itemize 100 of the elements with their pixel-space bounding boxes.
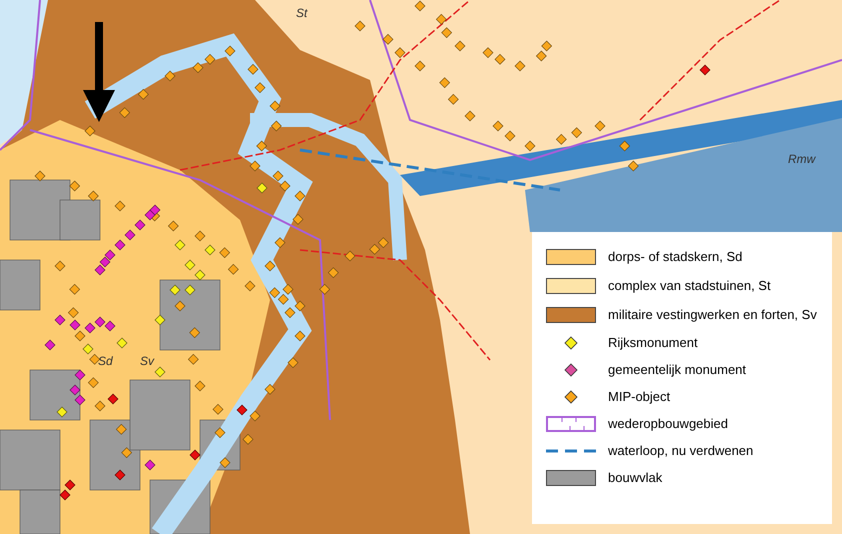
diamond-marker bbox=[100, 256, 110, 268]
diamond-marker bbox=[70, 384, 80, 396]
diamond-marker bbox=[254, 82, 266, 94]
diamond-marker bbox=[369, 244, 380, 255]
diamond-marker bbox=[294, 190, 306, 202]
legend-label: gemeentelijk monument bbox=[608, 362, 746, 377]
diamond-marker bbox=[294, 300, 306, 312]
diamond-marker bbox=[378, 237, 389, 248]
diamond-marker bbox=[204, 54, 216, 65]
diamond-marker bbox=[164, 70, 176, 82]
diamond-marker bbox=[60, 490, 70, 500]
diamond-marker bbox=[121, 447, 132, 458]
diamond-icon bbox=[564, 336, 578, 350]
diamond-marker bbox=[190, 450, 200, 460]
legend-label: bouwvlak bbox=[608, 470, 662, 485]
diamond-marker bbox=[89, 354, 100, 365]
diamond-marker bbox=[184, 284, 196, 296]
diamond-marker bbox=[114, 240, 126, 250]
diamond-marker bbox=[482, 47, 494, 58]
legend-label: wederopbouwgebied bbox=[608, 416, 728, 431]
diamond-marker bbox=[94, 400, 106, 412]
diamond-marker bbox=[619, 140, 630, 152]
diamond-marker bbox=[174, 240, 186, 250]
diamond-marker bbox=[464, 110, 476, 122]
diamond-marker bbox=[74, 370, 86, 380]
diamond-marker bbox=[204, 244, 216, 256]
diamond-marker bbox=[68, 307, 79, 318]
diamond-marker bbox=[256, 140, 268, 152]
diamond-marker bbox=[154, 366, 166, 378]
legend-label: complex van stadstuinen, St bbox=[608, 278, 771, 293]
diamond-marker bbox=[214, 427, 226, 438]
diamond-marker bbox=[448, 94, 459, 105]
diamond-marker bbox=[288, 357, 298, 368]
diamond-marker bbox=[212, 404, 224, 415]
diamond-marker bbox=[104, 320, 116, 332]
diamond-marker bbox=[56, 406, 68, 418]
diamond-marker bbox=[441, 27, 452, 38]
diamond-marker bbox=[194, 230, 206, 242]
legend-label: dorps- of stadskern, Sd bbox=[608, 249, 742, 264]
diamond-marker bbox=[344, 250, 356, 262]
diamond-marker bbox=[284, 307, 296, 318]
diamond-marker bbox=[219, 247, 230, 258]
diamond-marker bbox=[382, 34, 394, 45]
diamond-marker bbox=[94, 264, 106, 276]
diamond-marker bbox=[69, 284, 80, 295]
boundary-swatch bbox=[546, 416, 596, 432]
diamond-marker bbox=[224, 46, 236, 56]
diamond-marker bbox=[248, 64, 258, 75]
diamond-marker bbox=[280, 180, 290, 192]
diamond-marker bbox=[188, 354, 199, 365]
diamond-marker bbox=[269, 287, 280, 298]
diamond-marker bbox=[116, 424, 127, 435]
diamond-marker bbox=[170, 284, 180, 296]
diamond-marker bbox=[394, 47, 406, 58]
diamond-marker bbox=[124, 230, 136, 240]
diamond-marker bbox=[272, 170, 284, 182]
diamond-marker bbox=[274, 237, 286, 248]
diamond-marker bbox=[270, 100, 280, 112]
diamond-marker bbox=[54, 260, 66, 272]
diamond-marker bbox=[114, 470, 126, 480]
diamond-marker bbox=[700, 64, 710, 76]
diamond-marker bbox=[242, 434, 254, 445]
diamond-marker bbox=[524, 140, 536, 152]
diamond-marker bbox=[436, 14, 447, 25]
diamond-icon bbox=[564, 390, 578, 404]
diamond-marker bbox=[414, 0, 426, 12]
diamond-icon bbox=[564, 362, 578, 376]
diamond-marker bbox=[504, 130, 516, 142]
legend-label: MIP-object bbox=[608, 389, 670, 404]
diamond-marker bbox=[628, 160, 639, 172]
diamond-marker bbox=[494, 54, 506, 65]
diamond-marker bbox=[556, 134, 567, 145]
legend-label: Rijksmonument bbox=[608, 335, 698, 350]
map-label: St bbox=[296, 6, 308, 20]
diamond-marker bbox=[571, 127, 582, 138]
diamond-marker bbox=[134, 220, 146, 230]
diamond-marker bbox=[189, 327, 200, 338]
diamond-marker bbox=[70, 320, 80, 330]
diamond-marker bbox=[174, 300, 186, 312]
diamond-marker bbox=[292, 214, 304, 225]
map-label: Sv bbox=[140, 354, 154, 368]
diamond-marker bbox=[116, 338, 128, 348]
arrow-icon bbox=[82, 22, 116, 122]
diamond-marker bbox=[439, 77, 450, 88]
diamond-marker bbox=[492, 120, 504, 132]
diamond-marker bbox=[108, 394, 118, 404]
diamond-marker bbox=[34, 170, 46, 182]
legend-label: militaire vestingwerken en forten, Sv bbox=[608, 307, 817, 322]
diamond-marker bbox=[244, 280, 256, 292]
diamond-marker bbox=[236, 404, 248, 416]
diamond-marker bbox=[514, 60, 526, 72]
diamond-marker bbox=[168, 220, 179, 232]
diamond-marker bbox=[194, 380, 206, 392]
diamond-marker bbox=[454, 40, 466, 52]
legend-label: waterloop, nu verdwenen bbox=[608, 443, 754, 458]
diamond-marker bbox=[220, 457, 230, 468]
map-label: Sd bbox=[98, 354, 113, 368]
diamond-marker bbox=[282, 284, 294, 295]
diamond-marker bbox=[64, 480, 76, 490]
diamond-marker bbox=[74, 330, 86, 342]
